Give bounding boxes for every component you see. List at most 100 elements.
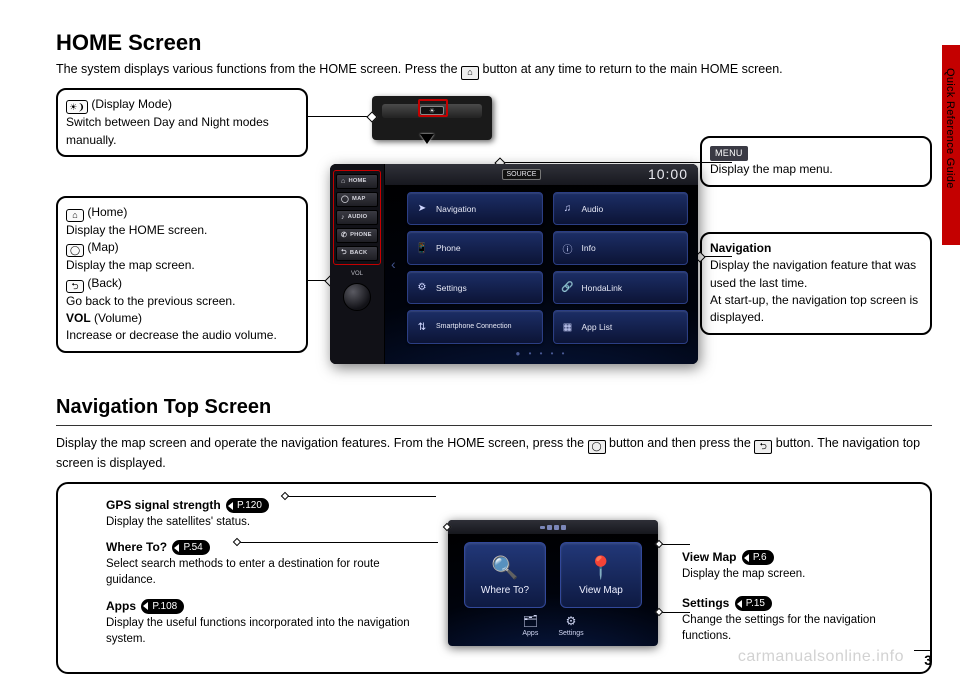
tile-label: Phone — [436, 243, 461, 253]
home-tile-grid: ➤ Navigation ♫ Audio 📱 Phone ⓘ Info ⚙Setting… — [407, 192, 688, 344]
nav-top-screen-graphic: 🔍 Where To? 📍 View Map 🗂 Apps ⚙ Settings — [448, 520, 658, 646]
nav-item-apps: Apps P.108 Display the useful functions … — [106, 599, 416, 647]
volume-knob[interactable] — [343, 283, 371, 311]
display-mode-icon: ☀❩ — [66, 100, 88, 114]
tile-app-list[interactable]: ▦ App List — [553, 310, 689, 344]
home-screen-diagram: ☀❩ (Display Mode) Switch between Day and… — [56, 88, 932, 368]
touchscreen[interactable]: SOURCE 10:00 ‹ ➤ Navigation ♫ Audio 📱 Phone… — [384, 164, 698, 364]
home-text: Display the HOME screen. — [66, 223, 207, 237]
vol-label: VOL — [351, 271, 363, 277]
tile-label: Audio — [582, 204, 604, 214]
settings-title: Settings — [682, 596, 729, 610]
settings-button[interactable]: ⚙ Settings — [558, 614, 583, 637]
tile-settings[interactable]: ⚙Settings — [407, 271, 543, 305]
back-icon: ⮌ — [66, 280, 84, 293]
tile-navigation[interactable]: ➤ Navigation — [407, 192, 543, 226]
phone-icon: 📱 — [414, 240, 430, 256]
source-button[interactable]: SOURCE — [502, 169, 542, 180]
chevron-left-icon[interactable]: ‹ — [391, 256, 396, 272]
map-icon: ◯ — [588, 440, 606, 454]
phys-back-label: BACK — [350, 250, 368, 256]
phys-home-button[interactable]: ⌂HOME — [336, 174, 378, 189]
back-label: (Back) — [87, 276, 122, 290]
display-mode-label: (Display Mode) — [91, 97, 172, 111]
page-ref: P.120 — [226, 498, 269, 513]
phone-icon: ✆ — [341, 231, 347, 239]
leader-line — [500, 162, 732, 163]
back-icon: ⮌ — [754, 440, 772, 454]
view-map-button[interactable]: 📍 View Map — [560, 542, 642, 608]
section1-intro: The system displays various functions fr… — [56, 60, 932, 80]
audio-icon: ♫ — [560, 201, 576, 217]
page-number: 3 — [914, 650, 932, 668]
gps-title: GPS signal strength — [106, 498, 221, 512]
phys-map-label: MAP — [352, 196, 365, 202]
vol-text: Increase or decrease the audio volume. — [66, 328, 277, 342]
smartphone-icon: ⇅ — [414, 319, 430, 335]
tile-audio[interactable]: ♫ Audio — [553, 192, 689, 226]
phys-home-label: HOME — [348, 178, 366, 184]
tile-label: HondaLink — [582, 283, 623, 293]
link-icon: 🔗 — [560, 280, 576, 296]
section2-title: Navigation Top Screen — [56, 396, 932, 419]
settings-label: Settings — [558, 630, 583, 637]
callout-navigation: Navigation Display the navigation featur… — [700, 232, 932, 335]
tile-label: Navigation — [436, 204, 476, 214]
s2-intro-pre: Display the map screen and operate the n… — [56, 436, 588, 450]
nav-item-settings: Settings P.15 Change the settings for th… — [682, 596, 912, 644]
callout-physical-buttons: ⌂ (Home) Display the HOME screen. ◯ (Map… — [56, 196, 308, 353]
apps-desc: Display the useful functions incorporate… — [106, 615, 416, 647]
tile-info[interactable]: ⓘ Info — [553, 231, 689, 265]
tile-label: Info — [582, 243, 596, 253]
page-dots: ● • • • • — [385, 349, 698, 358]
physical-button-column: ⌂HOME ◯MAP ♪AUDIO ✆PHONE ⮌BACK VOL — [330, 164, 384, 364]
navigation-icon: ➤ — [414, 201, 430, 217]
info-icon: ⓘ — [560, 240, 576, 256]
nav-callouts-left: GPS signal strength P.120 Display the sa… — [106, 498, 416, 646]
view-title: View Map — [682, 550, 736, 564]
grid-icon: ▦ — [560, 319, 576, 335]
clock: 10:00 — [648, 166, 688, 182]
back-icon: ⮌ — [341, 248, 347, 259]
pin-icon: 📍 — [587, 555, 614, 581]
infotainment-unit: ⌂HOME ◯MAP ♪AUDIO ✆PHONE ⮌BACK VOL SOURC… — [330, 164, 698, 364]
menu-text: Display the map menu. — [710, 162, 833, 176]
apps-icon: 🗂 — [523, 614, 538, 628]
display-mode-chip: ☀ — [372, 96, 492, 140]
tile-label: App List — [582, 322, 613, 332]
apps-label: Apps — [522, 630, 538, 637]
nav-item-where: Where To? P.54 Select search methods to … — [106, 540, 416, 588]
s2-intro-mid: button and then press the — [609, 436, 754, 450]
gps-bars-icon — [448, 520, 658, 534]
leader-line — [308, 116, 372, 117]
section2-intro: Display the map screen and operate the n… — [56, 434, 932, 473]
page-ref: P.54 — [172, 540, 209, 555]
where-to-button[interactable]: 🔍 Where To? — [464, 542, 546, 608]
physical-buttons-highlight: ⌂HOME ◯MAP ♪AUDIO ✆PHONE ⮌BACK — [333, 170, 381, 265]
page-ref: P.6 — [742, 550, 774, 565]
home-label: (Home) — [87, 205, 127, 219]
apps-button[interactable]: 🗂 Apps — [522, 614, 538, 637]
phys-audio-button[interactable]: ♪AUDIO — [336, 210, 378, 225]
settings-desc: Change the settings for the navigation f… — [682, 612, 912, 644]
phys-back-button[interactable]: ⮌BACK — [336, 246, 378, 261]
tile-phone[interactable]: 📱 Phone — [407, 231, 543, 265]
intro-post: button at any time to return to the main… — [483, 62, 783, 76]
status-bar: SOURCE 10:00 — [385, 164, 698, 186]
vol-bold: VOL — [66, 311, 91, 325]
map-icon: ◯ — [66, 244, 84, 257]
phys-phone-label: PHONE — [350, 232, 372, 238]
callout-display-mode: ☀❩ (Display Mode) Switch between Day and… — [56, 88, 308, 157]
where-title: Where To? — [106, 540, 167, 554]
watermark: carmanualsonline.info — [738, 648, 904, 666]
leader-line — [700, 256, 732, 257]
menu-chip: MENU — [710, 146, 748, 161]
phys-audio-label: AUDIO — [348, 214, 368, 220]
tile-hondalink[interactable]: 🔗 HondaLink — [553, 271, 689, 305]
home-icon: ⌂ — [66, 209, 84, 222]
gear-icon: ⚙ — [566, 614, 577, 628]
where-to-label: Where To? — [481, 585, 529, 596]
phys-phone-button[interactable]: ✆PHONE — [336, 228, 378, 243]
tile-smartphone-connection[interactable]: ⇅Smartphone Connection — [407, 310, 543, 344]
phys-map-button[interactable]: ◯MAP — [336, 192, 378, 207]
